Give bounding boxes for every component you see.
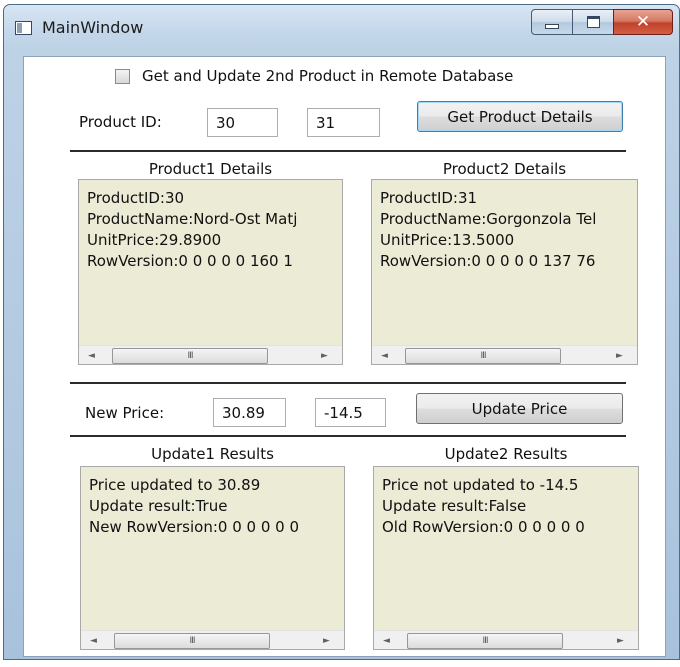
grip-icon: III [187, 350, 194, 361]
scroll-left-icon[interactable]: ◄ [83, 346, 100, 364]
product1-line: ProductID:30 [87, 189, 185, 207]
scroll-thumb[interactable]: III [407, 633, 563, 649]
product2-line: ProductName:Gorgonzola Tel [380, 210, 597, 228]
product1-line: ProductName:Nord-Ost Matj [87, 210, 298, 228]
update1-results-box[interactable]: Price updated to 30.89 Update result:Tru… [80, 466, 345, 650]
update1-line: Price updated to 30.89 [89, 476, 261, 494]
update2-line: Update result:False [382, 497, 527, 515]
product1-details-header: Product1 Details [148, 160, 273, 178]
scroll-thumb[interactable]: III [405, 348, 561, 364]
product2-details-header: Product2 Details [442, 160, 567, 178]
get-product-details-button[interactable]: Get Product Details [417, 101, 623, 132]
new-price-1-input[interactable]: 30.89 [213, 398, 286, 427]
product2-line: UnitPrice:13.5000 [380, 231, 515, 249]
update2-results-header: Update2 Results [444, 445, 568, 463]
remote-db-checkbox-label: Get and Update 2nd Product in Remote Dat… [142, 67, 514, 85]
product1-hscrollbar[interactable]: ◄ III ► [79, 345, 342, 364]
update1-line: New RowVersion:0 0 0 0 0 0 [89, 518, 299, 536]
product2-line: ProductID:31 [380, 189, 478, 207]
remote-db-checkbox[interactable] [115, 69, 130, 84]
grip-icon: III [482, 635, 489, 646]
update2-hscrollbar[interactable]: ◄ III ► [374, 630, 638, 649]
update-price-button[interactable]: Update Price [416, 393, 623, 424]
divider-bottom [70, 435, 626, 437]
divider-middle [70, 382, 626, 384]
close-icon: ✕ [635, 11, 651, 32]
scroll-right-icon[interactable]: ► [612, 631, 629, 649]
window-title: MainWindow [42, 18, 144, 37]
update2-line: Price not updated to -14.5 [382, 476, 579, 494]
update2-results-box[interactable]: Price not updated to -14.5 Update result… [373, 466, 639, 650]
product-id-2-input[interactable]: 31 [307, 108, 380, 137]
scroll-right-icon[interactable]: ► [316, 346, 333, 364]
product1-line: RowVersion:0 0 0 0 0 160 1 [87, 252, 293, 270]
new-price-label: New Price: [85, 404, 165, 422]
scroll-left-icon[interactable]: ◄ [85, 631, 102, 649]
grip-icon: III [480, 350, 487, 361]
scroll-thumb[interactable]: III [114, 633, 270, 649]
update1-results-header: Update1 Results [151, 445, 274, 463]
product1-line: UnitPrice:29.8900 [87, 231, 222, 249]
maximize-icon [586, 16, 600, 28]
product2-line: RowVersion:0 0 0 0 0 137 76 [380, 252, 596, 270]
product2-hscrollbar[interactable]: ◄ III ► [372, 345, 637, 364]
grip-icon: III [189, 635, 196, 646]
scroll-thumb[interactable]: III [112, 348, 268, 364]
scroll-right-icon[interactable]: ► [318, 631, 335, 649]
product1-details-box[interactable]: ProductID:30 ProductName:Nord-Ost Matj U… [78, 179, 343, 365]
product-id-label: Product ID: [79, 113, 162, 131]
update2-line: Old RowVersion:0 0 0 0 0 0 [382, 518, 585, 536]
app-window-icon [15, 21, 32, 35]
product-id-1-input[interactable]: 30 [207, 108, 278, 137]
update1-line: Update result:True [89, 497, 228, 515]
close-button[interactable]: ✕ [613, 9, 673, 35]
update1-hscrollbar[interactable]: ◄ III ► [81, 630, 344, 649]
scroll-right-icon[interactable]: ► [611, 346, 628, 364]
scroll-left-icon[interactable]: ◄ [376, 346, 393, 364]
new-price-2-input[interactable]: -14.5 [315, 398, 386, 427]
maximize-button[interactable] [572, 9, 614, 35]
scroll-left-icon[interactable]: ◄ [378, 631, 395, 649]
divider-top [70, 150, 626, 152]
minimize-icon [545, 23, 559, 29]
product2-details-box[interactable]: ProductID:31 ProductName:Gorgonzola Tel … [371, 179, 638, 365]
minimize-button[interactable] [531, 9, 573, 35]
